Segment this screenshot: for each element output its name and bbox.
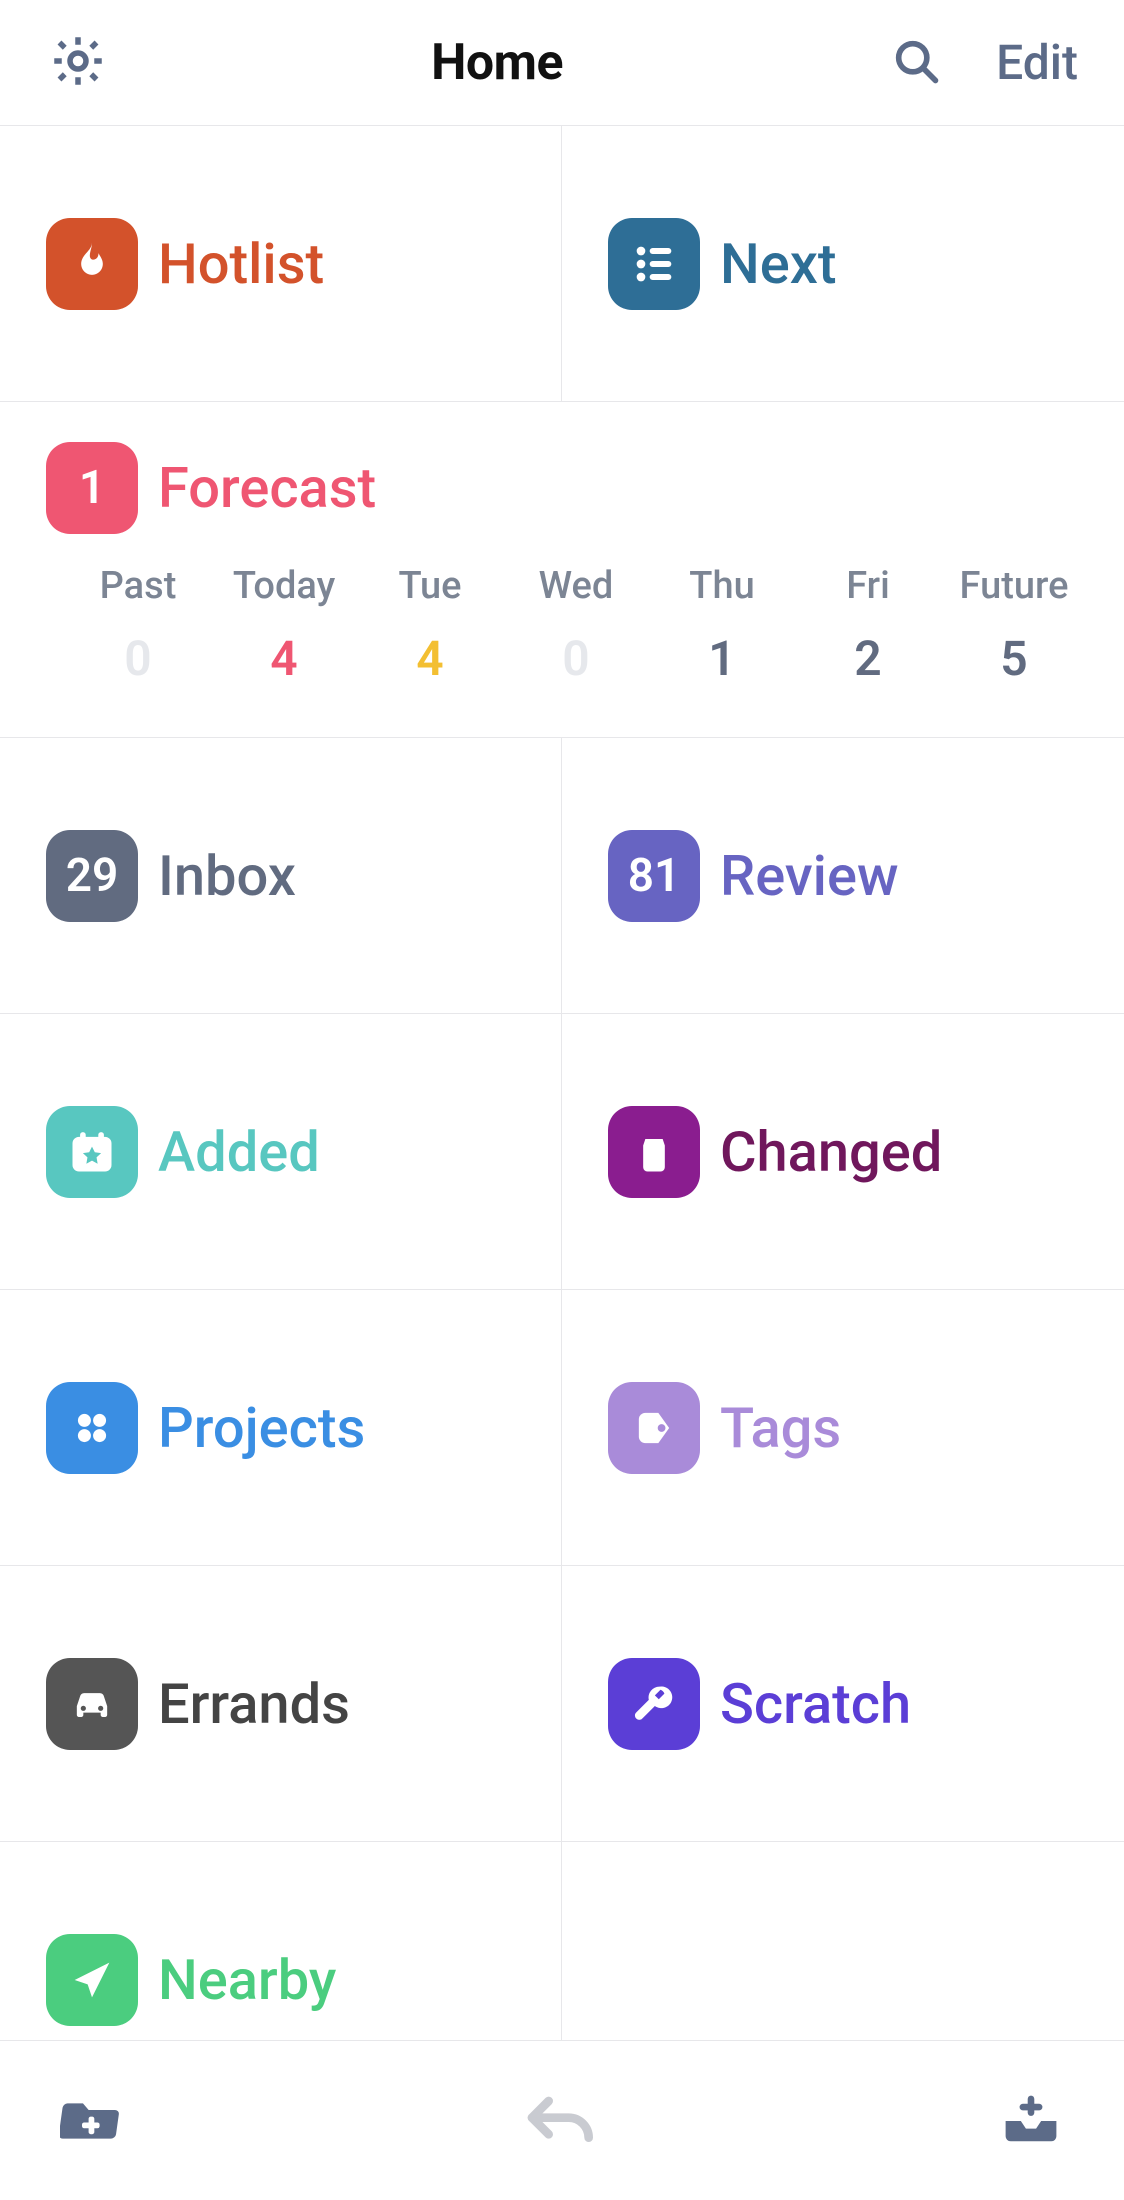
forecast-strip: Past 0 Today 4 Tue 4 Wed 0 Thu 1 Fri 2 F…	[46, 564, 1108, 687]
tile-label: Changed	[720, 1119, 942, 1185]
forecast-badge: 1	[46, 442, 138, 534]
tile-inbox[interactable]: 29 Inbox	[0, 738, 562, 1013]
review-badge: 81	[608, 830, 700, 922]
tile-tags[interactable]: Tags	[562, 1290, 1124, 1565]
tile-hotlist[interactable]: Hotlist	[0, 126, 562, 401]
forecast-day-future[interactable]: Future 5	[944, 564, 1084, 687]
day-name: Past	[100, 564, 177, 608]
day-count: 2	[854, 630, 881, 687]
flame-icon	[46, 218, 138, 310]
tile-next[interactable]: Next	[562, 126, 1124, 401]
tile-forecast[interactable]: 1 Forecast Past 0 Today 4 Tue 4 Wed 0 Th…	[0, 402, 1124, 738]
day-count: 4	[270, 630, 297, 687]
tile-label: Inbox	[158, 843, 296, 909]
inbox-plus-icon	[998, 2093, 1064, 2149]
tile-label: Errands	[158, 1671, 350, 1737]
tile-nearby[interactable]: Nearby	[0, 1842, 562, 2040]
search-button[interactable]	[884, 31, 948, 95]
forecast-day-past[interactable]: Past 0	[68, 564, 208, 687]
toolbar-undo-button[interactable]	[522, 2091, 602, 2151]
cup-icon	[608, 1106, 700, 1198]
tile-label: Nearby	[158, 1947, 336, 2013]
tile-label: Scratch	[720, 1671, 911, 1737]
tile-errands[interactable]: Errands	[0, 1566, 562, 1841]
day-count: 5	[1000, 630, 1027, 687]
forecast-badge-count: 1	[79, 461, 105, 515]
tile-label: Hotlist	[158, 231, 324, 297]
day-name: Future	[960, 564, 1069, 608]
forecast-day-tue[interactable]: Tue 4	[360, 564, 500, 687]
forecast-day-wed[interactable]: Wed 0	[506, 564, 646, 687]
forecast-day-thu[interactable]: Thu 1	[652, 564, 792, 687]
tile-empty	[562, 1842, 1124, 2040]
gear-icon	[48, 31, 108, 95]
inbox-badge-count: 29	[66, 849, 119, 903]
day-name: Fri	[846, 564, 890, 608]
day-count: 0	[124, 630, 151, 687]
day-count: 1	[708, 630, 735, 687]
settings-button[interactable]	[46, 31, 110, 95]
bottom-toolbar	[0, 2040, 1124, 2200]
day-name: Wed	[539, 564, 614, 608]
tile-changed[interactable]: Changed	[562, 1014, 1124, 1289]
location-arrow-icon	[46, 1934, 138, 2026]
car-icon	[46, 1658, 138, 1750]
dots-icon	[46, 1382, 138, 1474]
header: Home Edit	[0, 0, 1124, 126]
tile-label: Projects	[158, 1395, 365, 1461]
day-name: Today	[233, 564, 335, 608]
day-count: 0	[562, 630, 589, 687]
toolbar-inbox-button[interactable]	[998, 2093, 1064, 2149]
tag-icon	[608, 1382, 700, 1474]
tile-label: Review	[720, 843, 899, 909]
tile-projects[interactable]: Projects	[0, 1290, 562, 1565]
undo-icon	[522, 2091, 602, 2151]
toolbar-add-folder-button[interactable]	[60, 2093, 126, 2149]
tile-label: Added	[158, 1119, 320, 1185]
tile-added[interactable]: Added	[0, 1014, 562, 1289]
search-icon	[890, 35, 942, 91]
forecast-day-today[interactable]: Today 4	[214, 564, 354, 687]
day-name: Thu	[689, 564, 754, 608]
day-count: 4	[416, 630, 443, 687]
content: Hotlist Next 1 Forecast Past 0 Today 4 T…	[0, 126, 1124, 2040]
list-icon	[608, 218, 700, 310]
edit-button[interactable]: Edit	[996, 34, 1078, 91]
day-name: Tue	[398, 564, 461, 608]
forecast-day-fri[interactable]: Fri 2	[798, 564, 938, 687]
calendar-star-icon	[46, 1106, 138, 1198]
tile-label: Tags	[720, 1395, 841, 1461]
inbox-badge: 29	[46, 830, 138, 922]
tile-label: Forecast	[158, 455, 376, 521]
tile-label: Next	[720, 231, 837, 297]
wrench-icon	[608, 1658, 700, 1750]
review-badge-count: 81	[628, 849, 681, 903]
tile-scratch[interactable]: Scratch	[562, 1566, 1124, 1841]
page-title: Home	[431, 34, 563, 92]
folder-plus-icon	[60, 2093, 126, 2149]
tile-review[interactable]: 81 Review	[562, 738, 1124, 1013]
